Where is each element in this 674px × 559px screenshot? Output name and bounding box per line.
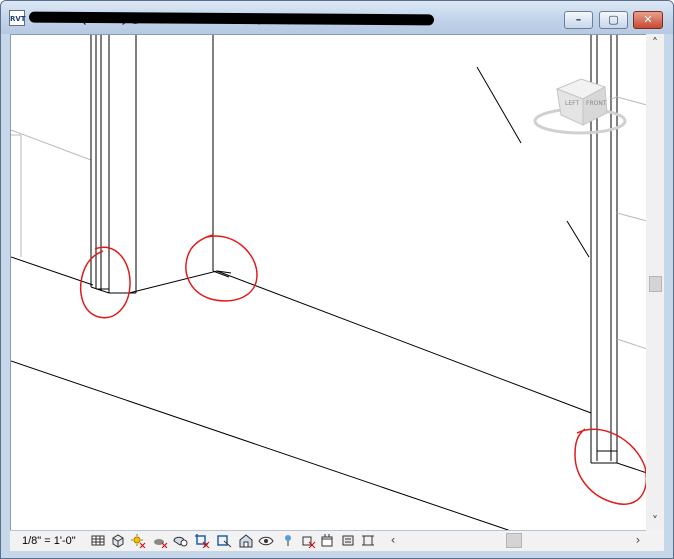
3d-view-canvas[interactable]: LEFT FRONT	[10, 34, 648, 532]
minimize-button[interactable]: –	[564, 11, 593, 29]
markup-circle-left	[79, 246, 131, 319]
markup-circles	[79, 234, 647, 505]
scroll-down-arrow[interactable]: ˅	[647, 514, 663, 528]
vertical-scroll-thumb[interactable]	[649, 276, 662, 292]
temporary-view-properties-icon[interactable]	[280, 533, 296, 548]
show-crop-icon[interactable]	[216, 533, 232, 548]
render-icon[interactable]	[172, 533, 188, 548]
view-window: RVT 3D View: {3D - ...} @ ... - A0000000…	[0, 0, 674, 559]
view-control-bar: 1/8" = 1'-0" ‹ ›	[10, 530, 664, 551]
temporary-hide-icon[interactable]	[238, 533, 254, 548]
vertical-scrollbar[interactable]: ˄ ˅	[646, 34, 664, 530]
view-scale[interactable]: 1/8" = 1'-0"	[22, 534, 76, 548]
reveal-hidden-icon[interactable]	[258, 533, 274, 548]
shadows-icon[interactable]	[152, 533, 168, 548]
model-drawing: LEFT FRONT	[11, 35, 647, 531]
viewcube-left-label: LEFT	[565, 100, 579, 107]
visual-style-icon[interactable]	[110, 533, 126, 548]
analytical-model-icon[interactable]	[300, 533, 316, 548]
middle-column	[212, 35, 232, 278]
floor-edge-front	[11, 360, 512, 531]
title-bar[interactable]: RVT 3D View: {3D - ...} @ ... - A0000000…	[1, 1, 673, 34]
scroll-right-arrow[interactable]: ›	[630, 533, 646, 547]
viewcube-front-label: FRONT	[586, 100, 607, 107]
scroll-left-arrow[interactable]: ‹	[385, 533, 401, 547]
crop-view-icon[interactable]	[194, 533, 210, 548]
horizontal-scroll-thumb[interactable]	[506, 533, 522, 548]
close-button[interactable]: ✕	[633, 11, 663, 29]
highlight-displacement-icon[interactable]	[320, 533, 336, 548]
revit-file-icon: RVT	[9, 10, 26, 26]
detail-level-icon[interactable]	[90, 533, 106, 548]
background-wall	[11, 129, 92, 257]
maximize-button[interactable]: ▢	[599, 11, 628, 29]
constraints-icon[interactable]	[360, 533, 376, 548]
sun-path-icon[interactable]	[130, 533, 146, 548]
scroll-up-arrow[interactable]: ˄	[647, 36, 663, 50]
right-background-lines	[610, 96, 647, 350]
markup-circle-middle	[185, 234, 258, 302]
worksharing-display-icon[interactable]	[340, 533, 356, 548]
scrollbar-corner	[646, 530, 664, 550]
